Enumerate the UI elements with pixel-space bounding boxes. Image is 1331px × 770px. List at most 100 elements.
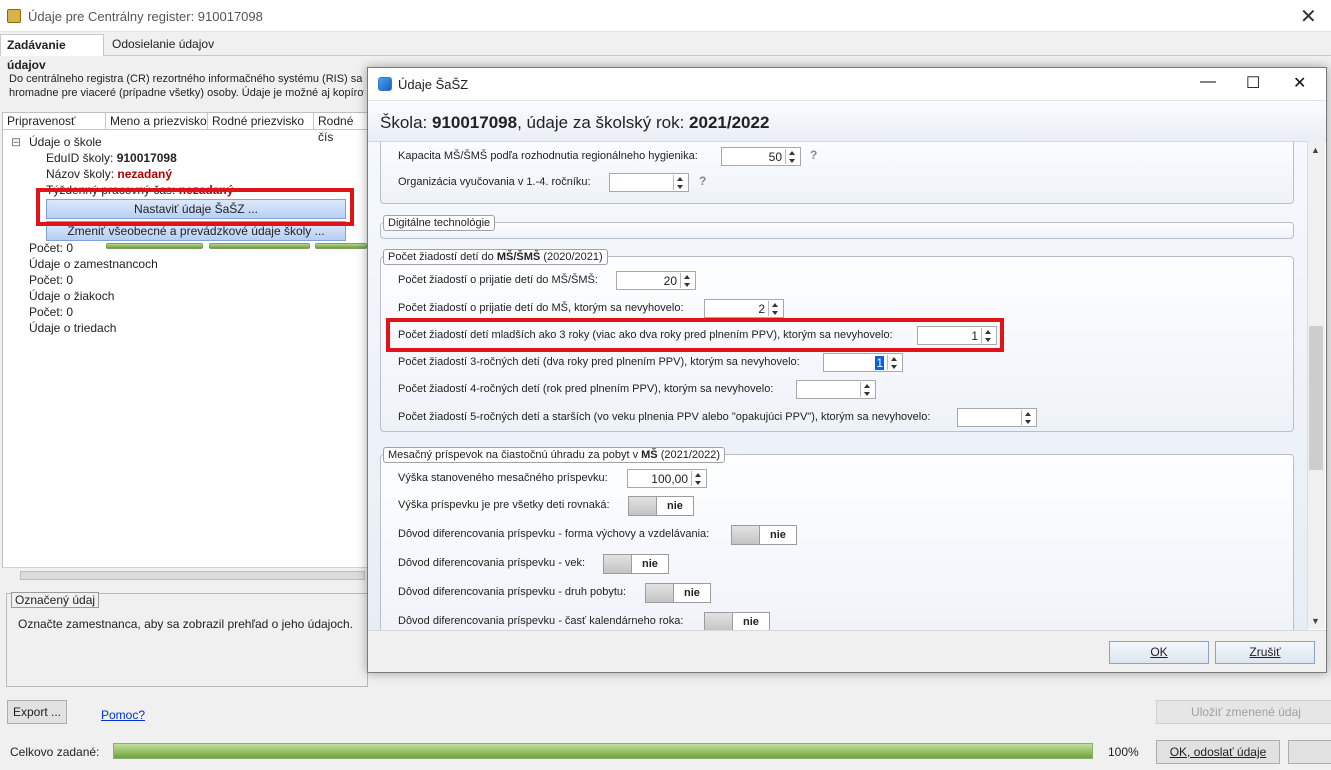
scroll-up-arrow-icon[interactable]: ▲ — [1311, 145, 1320, 155]
header-school-id: 910017098 — [431, 113, 518, 132]
dialog-titlebar — [368, 68, 1326, 100]
header-school-year: 2021/2022 — [689, 113, 770, 132]
scroll-down-arrow-icon[interactable]: ▼ — [1311, 616, 1320, 626]
requests-row-4-spinner[interactable] — [887, 355, 901, 370]
dialog-cancel-button[interactable]: Zrušiť — [1215, 641, 1315, 664]
save-changes-button[interactable]: Uložiť zmenené údaj — [1156, 700, 1331, 724]
tree-node-pupils[interactable]: Údaje o žiakoch — [29, 289, 114, 303]
extra-button[interactable] — [1288, 740, 1331, 764]
ok-send-button[interactable]: OK, odoslať údaje — [1156, 740, 1280, 764]
fee-toggle-2-knob[interactable] — [732, 526, 760, 544]
tab-data-entry[interactable]: Zadávanie údajov — [0, 34, 104, 72]
fee-legend-bold: MŠ — [641, 449, 658, 461]
dialog-ok-label: OK — [1150, 645, 1168, 659]
progress-bar-1 — [106, 243, 203, 249]
organization-help-icon[interactable]: ? — [699, 174, 706, 188]
export-button[interactable]: Export ... — [7, 700, 67, 724]
dialog-ok-button[interactable]: OK — [1109, 641, 1209, 664]
column-header-birth-surname[interactable]: Rodné priezvisko — [208, 113, 314, 130]
school-name-row: Názov školy: nezadaný — [46, 167, 172, 181]
requests-row-2-spinner[interactable] — [768, 301, 782, 316]
requests-row-1-label: Počet žiadostí o prijatie detí do MŠ/ŠMŠ… — [398, 274, 598, 286]
requests-row-6-label: Počet žiadostí 5-ročných detí a starších… — [398, 411, 931, 423]
capacity-input[interactable]: 50 — [721, 147, 801, 166]
fee-toggle-4-knob[interactable] — [646, 584, 674, 602]
digital-legend[interactable]: Digitálne technológie — [383, 215, 496, 231]
fee-toggle-2-value: nie — [770, 529, 786, 541]
fee-amount-value: 100,00 — [651, 472, 688, 486]
school-name-value: nezadaný — [117, 167, 173, 181]
requests-row-5-label: Počet žiadostí 4-ročných detí (rok pred … — [398, 383, 774, 395]
help-link[interactable]: Pomoc? — [101, 708, 145, 722]
app-icon — [7, 9, 21, 23]
fee-legend: Mesačný príspevok na čiastočnú úhradu za… — [383, 447, 726, 463]
requests-row-1-input[interactable]: 20 — [616, 271, 696, 290]
requests-row-2-label: Počet žiadostí o prijatie detí do MŠ, kt… — [398, 302, 684, 314]
requests-row-1-spinner[interactable] — [680, 273, 694, 288]
dialog-header-text: Škola: 910017098, údaje za školský rok: … — [380, 113, 769, 133]
count-pupils: Počet: 0 — [29, 305, 74, 319]
fee-toggle-5[interactable]: nie — [704, 612, 770, 630]
requests-row-4-label: Počet žiadostí 3-ročných detí (dva roky … — [398, 356, 800, 368]
fee-toggle-3-knob[interactable] — [604, 555, 632, 573]
capacity-spinner[interactable] — [785, 149, 799, 164]
column-header-readiness[interactable]: Pripravenosť — [3, 113, 106, 130]
tree-node-employees[interactable]: Údaje o zamestnancoch — [29, 257, 158, 271]
organization-input[interactable] — [609, 173, 689, 192]
eduid-value: 910017098 — [116, 151, 177, 165]
fee-toggle-2-label: Dôvod diferencovania príspevku - forma v… — [398, 528, 710, 540]
main-close-icon[interactable]: ✕ — [1300, 4, 1317, 29]
capacity-label: Kapacita MŠ/ŠMŠ podľa rozhodnutia region… — [398, 150, 698, 162]
progress-bar-3 — [315, 243, 367, 249]
requests-row-2-input[interactable]: 2 — [704, 299, 784, 318]
count-school: Počet: 0 — [29, 241, 74, 255]
fee-toggle-3-value: nie — [642, 558, 658, 570]
fee-toggle-5-knob[interactable] — [705, 613, 733, 630]
dialog-scroll-thumb[interactable] — [1309, 326, 1323, 470]
maximize-icon[interactable]: ☐ — [1246, 73, 1260, 93]
column-header-name[interactable]: Meno a priezvisko — [106, 113, 208, 130]
requests-legend-post: (2020/2021) — [540, 251, 603, 263]
fee-toggle-4[interactable]: nie — [645, 583, 711, 603]
minimize-icon[interactable]: — — [1200, 73, 1216, 91]
dialog-title: Údaje ŠaŠZ — [398, 77, 469, 92]
ok-send-label: OK, odoslať údaje — [1169, 745, 1267, 759]
tree-node-classes[interactable]: Údaje o triedach — [29, 321, 116, 335]
horizontal-scroll-thumb[interactable] — [20, 571, 365, 580]
fee-amount-input[interactable]: 100,00 — [627, 469, 707, 488]
tab-data-sending[interactable]: Odosielanie údajov — [106, 34, 220, 56]
fee-toggle-1[interactable]: nie — [628, 496, 694, 516]
column-header-birth-number[interactable]: Rodné čís — [314, 113, 368, 144]
requests-row-5-input[interactable] — [796, 380, 876, 399]
capacity-help-icon[interactable]: ? — [810, 148, 817, 162]
requests-row-4-input[interactable]: 1 — [823, 353, 903, 372]
progress-bar-2 — [209, 243, 310, 249]
tree-node-school[interactable]: Údaje o škole — [29, 135, 102, 149]
organization-spinner[interactable] — [673, 175, 687, 190]
requests-legend-bold: MŠ/ŠMŠ — [496, 251, 541, 263]
digital-group[interactable] — [380, 222, 1294, 239]
dialog-close-icon[interactable]: ✕ — [1293, 73, 1306, 93]
fee-amount-label: Výška stanoveného mesačného príspevku: — [398, 472, 608, 484]
fee-toggle-1-knob[interactable] — [629, 497, 657, 515]
total-entered-label: Celkovo zadané: — [10, 745, 100, 759]
data-tree-panel: Pripravenosť Meno a priezvisko Rodné pri… — [2, 112, 368, 582]
header-mid: , údaje za školský rok: — [517, 113, 690, 132]
requests-row-5-spinner[interactable] — [860, 382, 874, 397]
school-name-label: Názov školy: — [46, 167, 115, 181]
window-title: Údaje pre Centrálny register: 910017098 — [28, 9, 263, 24]
requests-legend: Počet žiadostí detí do MŠ/ŠMŠ (2020/2021… — [383, 249, 608, 265]
requests-row-6-input[interactable] — [957, 408, 1037, 427]
fee-amount-spinner[interactable] — [691, 471, 705, 486]
fee-toggle-2[interactable]: nie — [731, 525, 797, 545]
description-line-2: hromadne pre viaceré (prípadne všetky) o… — [9, 87, 364, 99]
fee-toggle-1-label: Výška príspevku je pre všetky deti rovna… — [398, 499, 610, 511]
description-line-1: Do centrálneho registra (CR) rezortného … — [9, 73, 364, 85]
fee-legend-pre: Mesačný príspevok na čiastočnú úhradu za… — [388, 449, 642, 461]
fee-toggle-5-label: Dôvod diferencovania príspevku - časť ka… — [398, 615, 684, 627]
requests-row-6-spinner[interactable] — [1021, 410, 1035, 425]
requests-legend-pre: Počet žiadostí detí do — [388, 251, 497, 263]
total-progress-bar — [113, 743, 1093, 759]
tree-collapse-icon[interactable]: ⊟ — [11, 135, 21, 149]
fee-toggle-3[interactable]: nie — [603, 554, 669, 574]
